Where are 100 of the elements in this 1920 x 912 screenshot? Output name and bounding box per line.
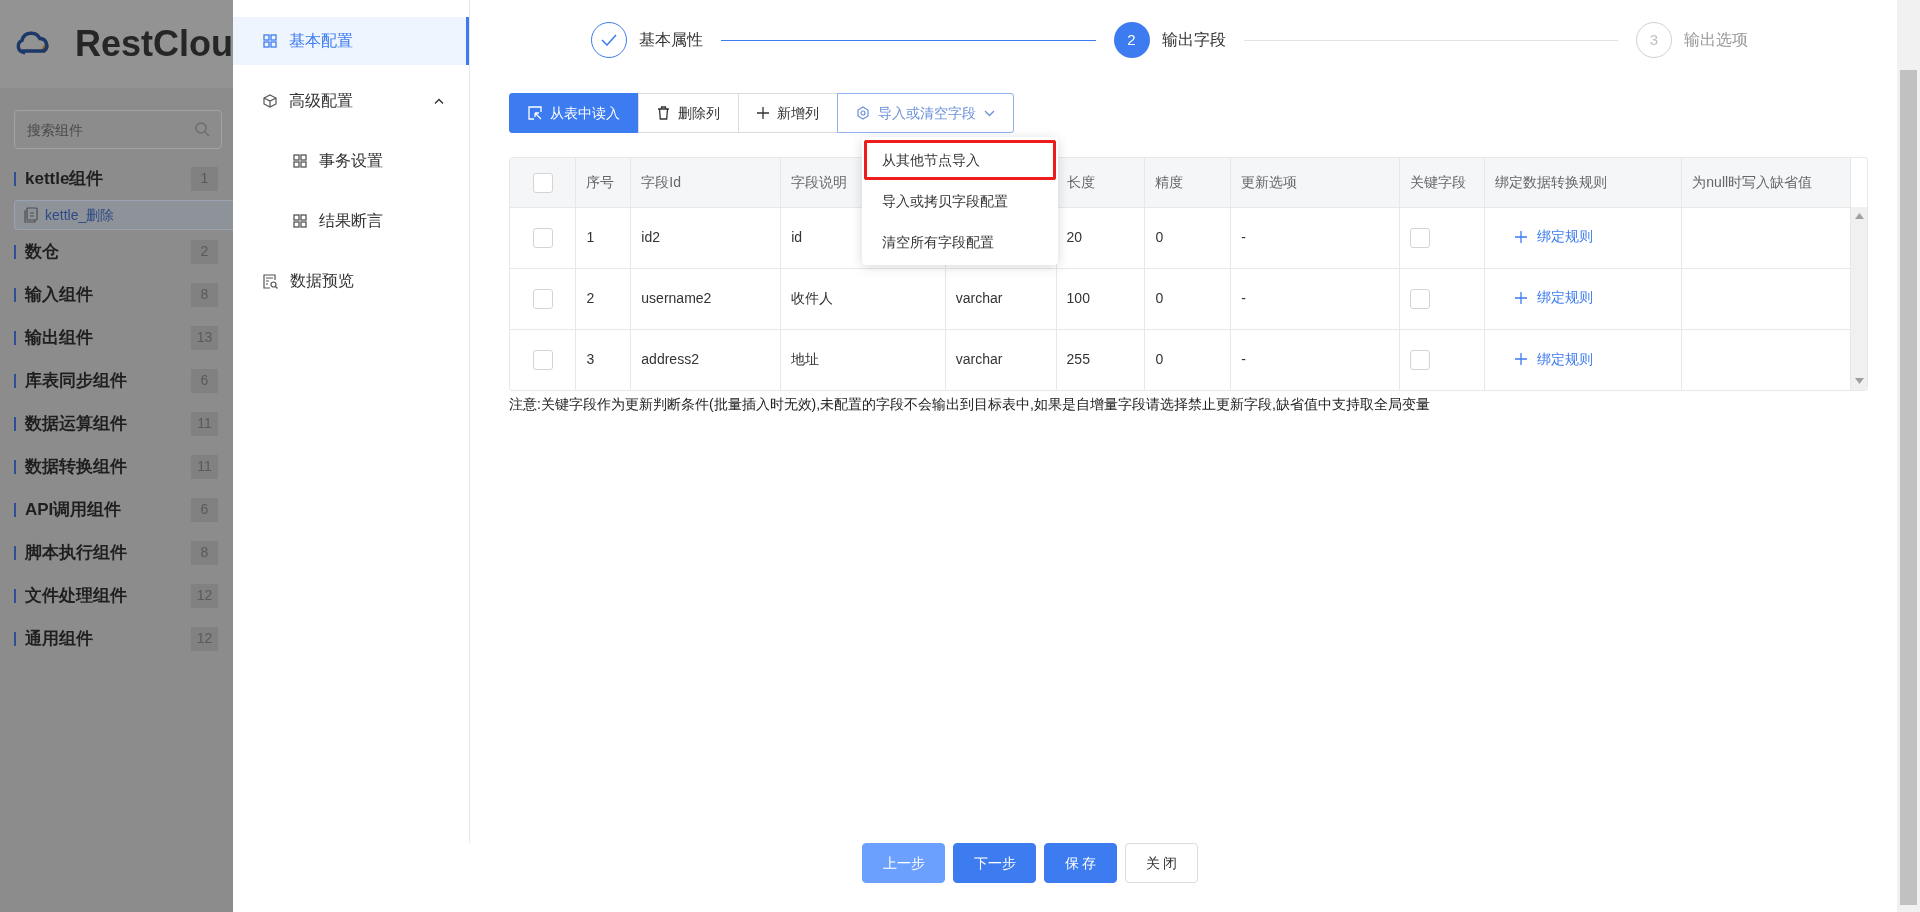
menu-item[interactable]: 从其他节点导入 — [864, 140, 1056, 180]
column-header: 字段说明 — [791, 173, 848, 190]
checkbox[interactable] — [532, 172, 553, 193]
checkbox[interactable] — [1409, 289, 1430, 310]
category-label[interactable]: 数据转换组件 — [25, 453, 191, 480]
plus-icon — [1514, 353, 1527, 365]
select-icon — [528, 106, 542, 120]
table-cell: 收件人 — [791, 290, 834, 306]
logo-text: RestClou — [75, 22, 233, 66]
search-icon — [195, 122, 210, 137]
scroll-down-icon[interactable] — [1854, 378, 1864, 384]
category-marker — [14, 545, 16, 560]
chevron-up-icon — [434, 98, 444, 104]
component-item[interactable]: kettle_删除 — [14, 200, 233, 230]
bind-rule-link[interactable]: 绑定规则 — [1514, 226, 1593, 248]
table-cell: 2 — [586, 290, 595, 306]
category-label[interactable]: kettle组件 — [25, 165, 191, 192]
menu-item[interactable]: 事务设置 — [233, 137, 469, 185]
column-header: 序号 — [586, 173, 615, 190]
table-cell: 0 — [1155, 229, 1164, 245]
menu-item[interactable]: 基本配置 — [233, 17, 469, 65]
table-cell: - — [1241, 229, 1246, 245]
menu-item[interactable]: 清空所有字段配置 — [864, 222, 1056, 262]
category-label[interactable]: 数仓 — [25, 238, 191, 265]
bind-rule-link[interactable]: 绑定规则 — [1514, 348, 1593, 370]
scrollbar[interactable] — [1851, 207, 1867, 390]
category-marker — [14, 244, 16, 259]
table-cell: 20 — [1066, 229, 1083, 245]
table-cell: varchar — [955, 351, 1003, 368]
footer-button[interactable]: 下一步 — [953, 843, 1036, 883]
cube-icon — [263, 94, 277, 108]
category-label[interactable]: 通用组件 — [25, 625, 191, 652]
checkbox[interactable] — [532, 228, 553, 249]
category-label[interactable]: 数据运算组件 — [25, 410, 191, 437]
category-marker — [14, 459, 16, 474]
column-header: 更新选项 — [1241, 173, 1298, 190]
category-label[interactable]: 库表同步组件 — [25, 367, 191, 394]
chevron-down-icon — [984, 109, 995, 117]
category-marker — [14, 631, 16, 646]
category-label[interactable]: API调用组件 — [25, 496, 191, 523]
component-label: kettle_删除 — [45, 205, 115, 225]
toolbar-button[interactable]: 删除列 — [638, 93, 739, 133]
category-label[interactable]: 输入组件 — [25, 281, 191, 308]
gear-icon — [856, 106, 870, 120]
table-cell: address2 — [641, 351, 699, 368]
checkbox[interactable] — [532, 350, 553, 371]
column-header: 长度 — [1066, 173, 1095, 190]
scroll-up-icon[interactable] — [1854, 213, 1864, 219]
table-cell: 1 — [586, 229, 595, 245]
menu-item[interactable]: 结果断言 — [233, 197, 469, 245]
category-label[interactable]: 文件处理组件 — [25, 582, 191, 609]
menu-item[interactable]: 导入或拷贝字段配置 — [864, 181, 1056, 221]
scrollbar-thumb[interactable] — [1900, 70, 1917, 905]
column-header: 关键字段 — [1409, 173, 1466, 190]
category-marker — [14, 416, 16, 431]
search-field[interactable]: 搜索组件 — [14, 110, 222, 149]
table-cell: - — [1241, 351, 1246, 368]
column-header: 绑定数据转换规则 — [1494, 173, 1607, 190]
category-marker — [14, 287, 16, 302]
grid-icon — [293, 154, 307, 168]
step-label: 基本属性 — [639, 30, 703, 50]
note-text: 注意:关键字段作为更新判断条件(批量插入时无效),未配置的字段不会输出到目标表中,如果是自增量字段请选择禁止更新字段,缺省值中支持取全局变量 — [509, 395, 1431, 414]
scrollbar[interactable] — [1897, 0, 1920, 912]
toolbar-button[interactable]: 从表中读入 — [509, 93, 639, 133]
toolbar-button[interactable]: 新增列 — [738, 93, 838, 133]
column-header: 字段Id — [641, 173, 681, 190]
table-cell: - — [1241, 290, 1246, 306]
bind-rule-link[interactable]: 绑定规则 — [1514, 287, 1593, 309]
table-cell: id2 — [641, 229, 660, 245]
table-cell: username2 — [641, 290, 712, 306]
category-label[interactable]: 脚本执行组件 — [25, 539, 191, 566]
category-marker — [14, 502, 16, 517]
category-marker — [14, 330, 16, 345]
plus-icon — [1514, 291, 1527, 304]
document-icon — [23, 207, 39, 223]
category-marker — [14, 588, 16, 603]
table-cell: 255 — [1066, 351, 1090, 368]
step-label: 输出字段 — [1161, 30, 1226, 50]
plus-icon — [757, 107, 769, 119]
category-marker — [14, 171, 16, 186]
table-cell: 0 — [1155, 351, 1164, 368]
table-cell: 地址 — [791, 351, 820, 368]
checkbox[interactable] — [532, 289, 553, 310]
footer-button[interactable]: 关 闭 — [1125, 843, 1198, 883]
category-label[interactable]: 输出组件 — [25, 324, 191, 351]
table-cell: 100 — [1066, 290, 1090, 306]
table-cell: 0 — [1155, 290, 1164, 306]
checkbox[interactable] — [1409, 350, 1430, 371]
step-indicator: 2 — [1113, 22, 1150, 58]
checkbox[interactable] — [1409, 228, 1430, 249]
dropdown-button[interactable]: 导入或清空字段 — [837, 93, 1014, 133]
footer-button[interactable]: 保 存 — [1044, 843, 1117, 883]
menu-item[interactable]: 高级配置 — [233, 77, 469, 125]
grid-icon — [263, 34, 277, 48]
table-cell: id — [791, 229, 803, 245]
grid-icon — [293, 214, 307, 228]
document-search-icon — [263, 273, 278, 289]
column-header: 为null时写入缺省值 — [1692, 173, 1813, 190]
column-header: 精度 — [1155, 173, 1184, 190]
menu-item[interactable]: 数据预览 — [233, 257, 469, 305]
